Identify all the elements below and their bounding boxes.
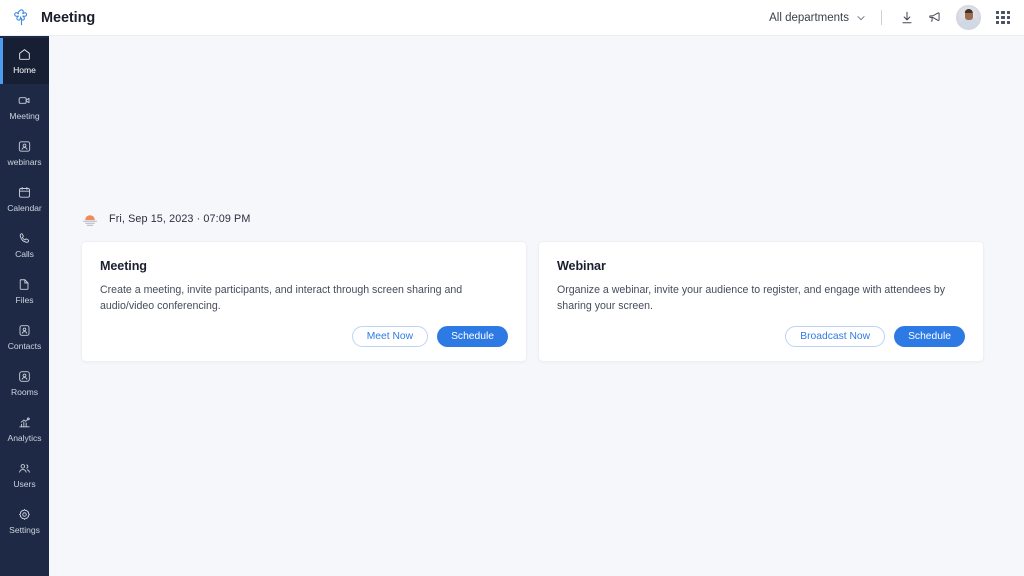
sidebar-item-label: Analytics bbox=[7, 433, 42, 444]
main-content: Fri, Sep 15, 2023 · 07:09 PM Meeting Cre… bbox=[49, 36, 1024, 576]
home-icon bbox=[17, 47, 32, 62]
sidebar-item-label: Settings bbox=[9, 525, 40, 536]
sidebar-item-calls[interactable]: Calls bbox=[0, 222, 49, 268]
sidebar-item-label: Calendar bbox=[7, 203, 42, 214]
sidebar-item-users[interactable]: Users bbox=[0, 452, 49, 498]
sidebar-item-contacts[interactable]: Contacts bbox=[0, 314, 49, 360]
top-bar-actions: All departments bbox=[763, 4, 1024, 32]
meeting-card-actions: Meet Now Schedule bbox=[100, 314, 508, 348]
file-icon bbox=[17, 277, 32, 292]
sidebar-item-label: webinars bbox=[7, 157, 42, 168]
webinar-user-icon bbox=[17, 139, 32, 154]
sidebar-item-webinars[interactable]: webinars bbox=[0, 130, 49, 176]
bar-chart-trend-icon bbox=[17, 415, 32, 430]
meet-now-button[interactable]: Meet Now bbox=[351, 326, 429, 348]
toolbar-divider bbox=[881, 10, 882, 25]
calendar-icon bbox=[17, 185, 32, 200]
webinar-card-actions: Broadcast Now Schedule bbox=[557, 314, 965, 348]
webinar-card-title: Webinar bbox=[557, 259, 606, 273]
top-bar: Meeting All departments bbox=[0, 0, 1024, 36]
app-title: Meeting bbox=[41, 9, 96, 26]
flower-cross-logo-icon bbox=[11, 7, 32, 28]
webinar-card: Webinar Organize a webinar, invite your … bbox=[538, 241, 984, 363]
webinar-card-description: Organize a webinar, invite your audience… bbox=[557, 284, 946, 313]
grid-dot bbox=[996, 21, 1000, 25]
grid-dot bbox=[1006, 10, 1010, 14]
grid-dot bbox=[1001, 10, 1005, 14]
meeting-card-description: Create a meeting, invite participants, a… bbox=[100, 284, 463, 313]
grid-dot bbox=[996, 15, 1000, 20]
sidebar-nav: Home Meeting webinars Calendar Calls Fil… bbox=[0, 36, 49, 576]
sidebar-item-label: Home bbox=[13, 65, 36, 76]
meeting-schedule-button[interactable]: Schedule bbox=[437, 326, 508, 348]
grid-dot bbox=[1006, 21, 1010, 25]
chevron-down-icon bbox=[856, 13, 866, 23]
broadcast-now-button[interactable]: Broadcast Now bbox=[785, 326, 886, 348]
sidebar-item-label: Meeting bbox=[9, 111, 40, 122]
grid-dot bbox=[1001, 15, 1005, 20]
download-icon[interactable] bbox=[893, 4, 921, 32]
meeting-card-title: Meeting bbox=[100, 259, 147, 273]
sidebar-item-analytics[interactable]: Analytics bbox=[0, 406, 49, 452]
department-selector-label: All departments bbox=[769, 11, 849, 24]
sidebar-item-label: Users bbox=[13, 479, 36, 490]
meeting-card: Meeting Create a meeting, invite partici… bbox=[81, 241, 527, 363]
sidebar-item-label: Rooms bbox=[11, 387, 38, 398]
contact-card-icon bbox=[17, 323, 32, 338]
rooms-user-icon bbox=[17, 369, 32, 384]
sidebar-item-rooms[interactable]: Rooms bbox=[0, 360, 49, 406]
phone-icon bbox=[17, 231, 32, 246]
action-cards: Meeting Create a meeting, invite partici… bbox=[81, 241, 984, 363]
sidebar-item-settings[interactable]: Settings bbox=[0, 498, 49, 544]
datetime-row: Fri, Sep 15, 2023 · 07:09 PM bbox=[81, 210, 250, 228]
sidebar-item-label: Contacts bbox=[7, 341, 42, 352]
sidebar-item-calendar[interactable]: Calendar bbox=[0, 176, 49, 222]
users-group-icon bbox=[17, 461, 32, 476]
video-camera-icon bbox=[17, 93, 32, 108]
sidebar-item-meeting[interactable]: Meeting bbox=[0, 84, 49, 130]
sidebar-item-label: Calls bbox=[15, 249, 34, 260]
sidebar-item-label: Files bbox=[15, 295, 34, 306]
grid-dot bbox=[1006, 15, 1010, 20]
avatar-hair bbox=[964, 8, 973, 13]
datetime-text: Fri, Sep 15, 2023 · 07:09 PM bbox=[109, 213, 251, 225]
department-selector[interactable]: All departments bbox=[763, 8, 872, 28]
grid-dot bbox=[1001, 21, 1005, 25]
webinar-schedule-button[interactable]: Schedule bbox=[894, 326, 965, 348]
grid-dot bbox=[996, 10, 1000, 14]
gear-icon bbox=[17, 507, 32, 522]
apps-grid-icon[interactable] bbox=[991, 6, 1015, 30]
sunset-icon bbox=[81, 210, 99, 228]
avatar-body bbox=[960, 18, 977, 29]
sidebar-item-files[interactable]: Files bbox=[0, 268, 49, 314]
megaphone-icon[interactable] bbox=[921, 4, 949, 32]
sidebar-item-home[interactable]: Home bbox=[0, 38, 49, 84]
app-brand: Meeting bbox=[0, 7, 95, 28]
user-avatar[interactable] bbox=[956, 5, 981, 30]
